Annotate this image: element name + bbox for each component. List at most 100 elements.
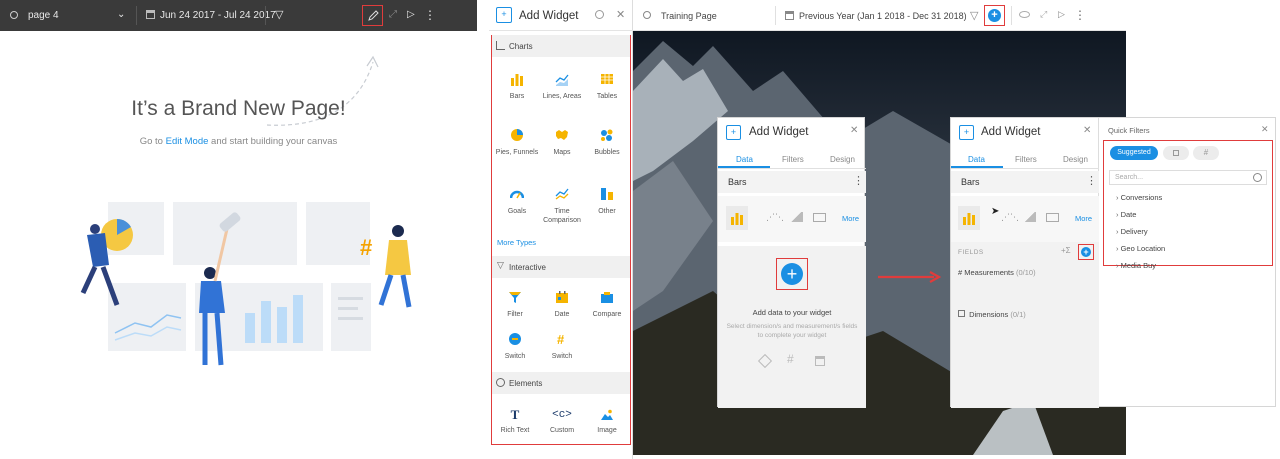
tab-data[interactable]: Data [968, 155, 985, 164]
area-type-option[interactable] [790, 212, 803, 222]
page-topbar: page 4 ⌄ Jun 24 2017 - Jul 24 2017 ▽ ⤢ ▷… [0, 0, 477, 31]
tab-design[interactable]: Design [830, 155, 855, 164]
calendar-icon[interactable] [785, 11, 794, 20]
line-type-option[interactable]: ⋰⋱ [766, 212, 784, 223]
divider [951, 168, 1099, 169]
more-types-link[interactable]: More [842, 214, 859, 223]
widget-tile-bubbles[interactable]: Bubbles [584, 128, 630, 157]
play-icon[interactable]: ▷ [1058, 9, 1065, 20]
quick-filter-item[interactable]: › Media Buy [1116, 261, 1156, 270]
play-icon[interactable]: ▷ [407, 9, 415, 20]
chart-type-selector: ⋰⋱ More [718, 196, 866, 242]
fields-area: FIELDS +Σ + # Measurements (0/10) Dimens… [951, 242, 1099, 408]
tile-label: Goals [507, 208, 527, 215]
date-range-picker[interactable]: Jun 24 2017 - Jul 24 2017 [160, 10, 276, 21]
add-field-button[interactable]: + [1078, 244, 1094, 260]
add-data-button[interactable]: + [776, 258, 808, 290]
cube-icon [1173, 150, 1179, 156]
widget-tile-time-comparison[interactable]: Time Comparison [539, 187, 585, 225]
date-range-picker[interactable]: Previous Year (Jan 1 2018 - Dec 31 2018) [799, 11, 967, 21]
bars-type-option[interactable] [958, 206, 980, 230]
add-data-title: Add data to your widget [752, 308, 832, 317]
tab-filters[interactable]: Filters [1015, 155, 1037, 164]
widget-tile-date[interactable]: Date [539, 290, 585, 319]
add-widget-button[interactable]: + [984, 5, 1005, 26]
more-types-link[interactable]: More [1075, 214, 1092, 223]
section-charts: Charts [492, 35, 630, 57]
widget-type-row[interactable]: Bars ⋮ [718, 171, 866, 193]
widget-tile-bars[interactable]: Bars [494, 72, 540, 101]
page-selector[interactable]: Training Page [661, 11, 717, 21]
widget-tile-custom[interactable]: <c> Custom [539, 408, 585, 435]
eye-icon[interactable] [1019, 11, 1030, 18]
edit-mode-link[interactable]: Edit Mode [166, 136, 209, 147]
page-toolbar: Training Page Previous Year (Jan 1 2018 … [633, 0, 1126, 31]
filter-icon[interactable]: ▽ [275, 8, 283, 21]
widget-tile-compare[interactable]: Compare [584, 290, 630, 319]
edit-mode-button[interactable] [362, 5, 383, 26]
page-selector[interactable]: page 4 [28, 10, 59, 21]
widget-tile-rich-text[interactable]: T Rich Text [492, 408, 538, 435]
calendar-icon [815, 356, 825, 366]
dimensions-row[interactable]: Dimensions (0/1) [958, 310, 1026, 319]
area-type-option[interactable] [1023, 212, 1036, 222]
image-icon [601, 409, 613, 420]
close-icon[interactable]: ✕ [1261, 124, 1269, 135]
close-icon[interactable]: ✕ [1083, 125, 1091, 136]
quick-filters-panel: Quick Filters ✕ Suggested # Search... › … [1100, 118, 1276, 408]
chevron-down-icon[interactable]: ⌄ [117, 9, 125, 20]
empty-page-view: page 4 ⌄ Jun 24 2017 - Jul 24 2017 ▽ ⤢ ▷… [0, 0, 477, 459]
widget-tile-switch[interactable]: Switch [492, 332, 538, 361]
table-type-option[interactable] [1046, 213, 1059, 222]
quick-filter-item[interactable]: › Date [1116, 210, 1136, 219]
pill-measures[interactable]: # [1193, 146, 1219, 160]
page-status-icon [643, 11, 651, 19]
tab-design[interactable]: Design [1063, 155, 1088, 164]
widget-type-row[interactable]: Bars ⋮ [951, 171, 1099, 193]
quick-filter-item[interactable]: › Delivery [1116, 227, 1148, 236]
widget-tile-lines[interactable]: Lines, Areas [539, 72, 585, 101]
pill-dimensions[interactable] [1163, 146, 1189, 160]
code-icon: <c> [552, 409, 572, 421]
quick-filter-item[interactable]: › Conversions [1116, 193, 1162, 202]
bars-icon [963, 213, 975, 225]
expand-icon[interactable]: ⤢ [389, 9, 397, 20]
bars-type-option[interactable] [726, 206, 748, 230]
map-icon [556, 130, 568, 140]
quick-filter-item[interactable]: › Geo Location [1116, 244, 1165, 253]
pill-suggested[interactable]: Suggested [1110, 146, 1158, 160]
close-icon[interactable]: ✕ [616, 8, 625, 21]
tab-filters[interactable]: Filters [782, 155, 804, 164]
add-formula-icon[interactable]: +Σ [1061, 246, 1071, 255]
plus-circle-icon: + [988, 9, 1001, 22]
dimensions-count: (0/1) [1010, 310, 1026, 319]
widget-tile-other[interactable]: Other [584, 187, 630, 216]
text-icon: T [510, 407, 520, 422]
more-vert-icon[interactable]: ⋮ [1074, 8, 1086, 22]
more-vert-icon[interactable]: ⋮ [424, 8, 436, 22]
widget-tile-tables[interactable]: Tables [584, 72, 630, 101]
widget-tile-maps[interactable]: Maps [539, 128, 585, 157]
more-types-link[interactable]: More Types [497, 238, 536, 247]
filter-icon[interactable]: ▽ [970, 9, 978, 22]
tile-label: Bubbles [594, 149, 620, 156]
close-icon[interactable]: ✕ [850, 125, 858, 136]
chevron-right-icon: › [1116, 261, 1119, 270]
tab-data[interactable]: Data [736, 155, 753, 164]
table-type-option[interactable] [813, 213, 826, 222]
widget-tile-image[interactable]: Image [584, 408, 630, 435]
more-vert-icon[interactable]: ⋮ [1086, 174, 1097, 187]
widget-tile-filter[interactable]: Filter [492, 290, 538, 319]
widget-tile-goals[interactable]: Goals [494, 187, 540, 216]
measurements-row[interactable]: # Measurements (0/10) [958, 268, 1036, 277]
quick-filter-label: Conversions [1120, 193, 1163, 202]
line-type-option[interactable]: ⋰⋱ [1001, 212, 1019, 223]
search-icon[interactable] [595, 10, 604, 19]
more-vert-icon[interactable]: ⋮ [853, 174, 864, 187]
dialog-tabs: Data Filters Design [951, 151, 1098, 169]
widget-tile-switch-hash[interactable]: # Switch [539, 332, 585, 361]
calendar-icon[interactable] [146, 10, 155, 19]
expand-icon[interactable]: ⤢ [1040, 9, 1047, 20]
widget-tile-pies[interactable]: Pies, Funnels [494, 128, 540, 157]
search-input[interactable]: Search... [1109, 170, 1267, 185]
